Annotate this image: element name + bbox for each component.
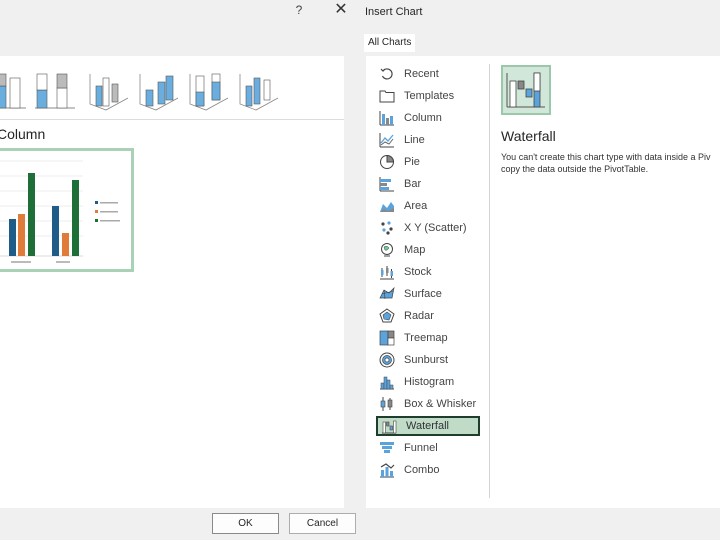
chart-preview-graphic	[0, 160, 120, 263]
chart-type-label: Templates	[404, 90, 455, 102]
left-content-panel: Column	[0, 56, 344, 508]
chart-type-area[interactable]: Area	[376, 196, 480, 216]
chart-type-label: Area	[404, 200, 428, 212]
chart-dialog-left: ? ✕ Column OK Cancel	[0, 0, 356, 540]
chart-type-label: Bar	[404, 178, 422, 190]
left-titlebar: ? ✕	[0, 0, 356, 24]
dialog-title: Insert Chart	[365, 6, 423, 18]
templates-icon	[379, 88, 395, 104]
pie-chart-icon	[379, 154, 395, 170]
chart-type-label: Treemap	[404, 332, 448, 344]
chart-type-pie[interactable]: Pie	[376, 152, 480, 172]
radar-chart-icon	[379, 308, 395, 324]
chart-type-box-whisker[interactable]: Box & Whisker	[376, 394, 480, 414]
tab-all-charts[interactable]: All Charts	[364, 34, 416, 52]
chart-type-bar[interactable]: Bar	[376, 174, 480, 194]
chart-description-line: copy the data outside the PivotTable.	[501, 164, 649, 174]
chart-type-label: Waterfall	[406, 420, 449, 432]
stock-chart-icon	[379, 264, 395, 280]
scatter-chart-icon	[379, 220, 395, 236]
line-chart-icon	[379, 132, 395, 148]
chart-type-label: Pie	[404, 156, 420, 168]
selected-chart-name: Waterfall	[501, 128, 556, 144]
sunburst-chart-icon	[379, 352, 395, 368]
chart-type-label: X Y (Scatter)	[404, 222, 467, 234]
chart-type-label: Combo	[404, 464, 440, 476]
chart-type-templates[interactable]: Templates	[376, 86, 480, 106]
help-button[interactable]: ?	[292, 3, 306, 19]
area-chart-icon	[379, 198, 395, 214]
cancel-button[interactable]: Cancel	[289, 513, 356, 534]
surface-chart-icon	[379, 286, 395, 302]
chart-type-line[interactable]: Line	[376, 130, 480, 150]
chart-type-label: Funnel	[404, 442, 438, 454]
subtype-3d-column-icon[interactable]	[236, 68, 280, 112]
subtype-3d-100-stacked-column-icon[interactable]	[186, 68, 230, 112]
chart-type-label: Stock	[404, 266, 432, 278]
waterfall-chart-icon	[381, 418, 397, 434]
funnel-chart-icon	[379, 440, 395, 456]
box-whisker-chart-icon	[379, 396, 395, 412]
subtype-stacked-column-icon[interactable]	[33, 68, 77, 112]
bar-chart-icon	[379, 176, 395, 192]
map-chart-icon	[379, 242, 395, 258]
chart-subtype-gallery	[0, 64, 290, 114]
chart-type-label: Histogram	[404, 376, 455, 388]
treemap-chart-icon	[379, 330, 395, 346]
chart-type-column[interactable]: Column	[376, 108, 480, 128]
recent-icon	[379, 66, 395, 82]
close-button[interactable]: ✕	[333, 1, 349, 19]
panel-divider	[489, 64, 490, 498]
chart-type-label: Line	[404, 134, 425, 146]
chart-type-label: Map	[404, 244, 426, 256]
left-divider	[0, 119, 344, 120]
selected-chart-preview[interactable]	[501, 65, 551, 115]
chart-type-scatter[interactable]: X Y (Scatter)	[376, 218, 480, 238]
chart-description-line: You can't create this chart type with da…	[501, 152, 711, 162]
chart-type-label: Radar	[404, 310, 434, 322]
subtype-100-stacked-column-icon[interactable]	[0, 68, 30, 112]
chart-description: You can't create this chart type with da…	[501, 151, 720, 175]
waterfall-preview-icon	[506, 72, 545, 108]
subtype-heading: Column	[0, 126, 46, 142]
chart-type-sunburst[interactable]: Sunburst	[376, 350, 480, 370]
chart-type-stock[interactable]: Stock	[376, 262, 480, 282]
insert-chart-dialog: Insert Chart All Charts Recent Templates…	[360, 0, 720, 540]
subtype-3d-clustered-column-icon[interactable]	[86, 68, 130, 112]
chart-type-label: Column	[404, 112, 442, 124]
chart-type-combo[interactable]: Combo	[376, 460, 480, 480]
combo-chart-icon	[379, 462, 395, 478]
chart-type-label: Box & Whisker	[404, 398, 477, 410]
chart-type-label: Recent	[404, 68, 439, 80]
chart-type-label: Sunburst	[404, 354, 449, 366]
column-chart-icon	[379, 110, 395, 126]
chart-type-recent[interactable]: Recent	[376, 64, 480, 84]
chart-type-map[interactable]: Map	[376, 240, 480, 260]
chart-type-treemap[interactable]: Treemap	[376, 328, 480, 348]
chart-type-waterfall[interactable]: Waterfall	[376, 416, 480, 436]
subtype-3d-stacked-column-icon[interactable]	[136, 68, 180, 112]
chart-type-histogram[interactable]: Histogram	[376, 372, 480, 392]
histogram-chart-icon	[379, 374, 395, 390]
ok-button[interactable]: OK	[212, 513, 279, 534]
chart-type-radar[interactable]: Radar	[376, 306, 480, 326]
chart-preview[interactable]	[0, 148, 134, 272]
chart-type-surface[interactable]: Surface	[376, 284, 480, 304]
right-content-panel: Recent Templates Column Line Pie Bar Are…	[366, 56, 720, 508]
chart-type-funnel[interactable]: Funnel	[376, 438, 480, 458]
chart-type-label: Surface	[404, 288, 442, 300]
